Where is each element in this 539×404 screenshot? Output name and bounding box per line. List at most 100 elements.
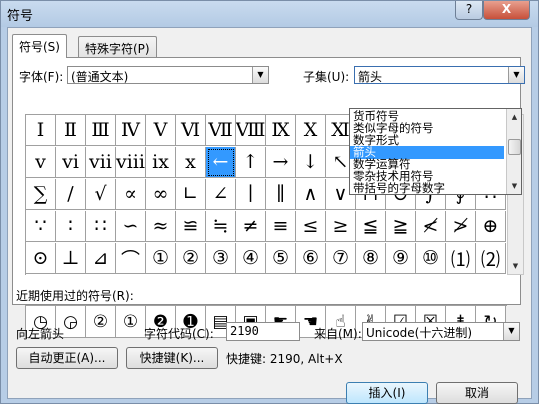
symbol-cell[interactable]: ⑧ xyxy=(356,243,386,274)
symbol-cell[interactable]: ↑ xyxy=(236,147,266,178)
font-value: (普通文本) xyxy=(71,70,129,84)
title-bar[interactable]: 符号 ? X xyxy=(1,1,538,27)
symbol-cell[interactable]: ⌒ xyxy=(116,243,146,274)
cancel-button[interactable]: 取消 xyxy=(436,382,518,404)
symbol-cell[interactable]: ⑴ xyxy=(446,243,476,274)
symbol-cell[interactable]: ② xyxy=(176,243,206,274)
from-select[interactable]: Unicode(十六进制) ▼ xyxy=(362,322,520,341)
scroll-thumb[interactable] xyxy=(508,139,521,155)
symbol-cell[interactable]: ⅹ xyxy=(176,147,206,178)
font-select[interactable]: (普通文本) ▼ xyxy=(67,66,269,84)
symbol-cell[interactable]: ∵ xyxy=(26,211,56,242)
scroll-down-icon[interactable]: ▼ xyxy=(507,178,521,194)
shortcut-key-button[interactable]: 快捷键(K)... xyxy=(126,347,218,369)
symbol-cell[interactable]: ⅷ xyxy=(116,147,146,178)
dialog-body: 符号(S) 特殊字符(P) 字体(F): (普通文本) ▼ 子集(U): 箭头 … xyxy=(7,27,532,404)
symbol-cell[interactable]: ∞ xyxy=(146,179,176,210)
symbol-cell[interactable]: Ⅳ xyxy=(116,115,146,146)
symbol-cell[interactable]: ⑤ xyxy=(266,243,296,274)
symbol-cell[interactable]: ≡ xyxy=(266,211,296,242)
symbol-cell[interactable]: ≧ xyxy=(386,211,416,242)
symbol-cell[interactable]: ∟ xyxy=(176,179,206,210)
subset-option[interactable]: 带括号的字母数字 xyxy=(350,182,504,194)
symbol-cell[interactable]: ⑥ xyxy=(296,243,326,274)
symbol-cell[interactable]: ⑨ xyxy=(386,243,416,274)
symbol-cell[interactable]: ∷ xyxy=(86,211,116,242)
symbol-cell[interactable]: ≦ xyxy=(356,211,386,242)
shortcut-info: 快捷键: 2190, Alt+X xyxy=(226,352,343,366)
symbol-cell[interactable]: ⅴ xyxy=(26,147,56,178)
dropdown-scrollbar[interactable]: ▲ ▼ xyxy=(506,109,521,194)
subset-label: 子集(U): xyxy=(303,70,350,84)
symbol-cell[interactable]: Ⅵ xyxy=(176,115,206,146)
symbol-cell[interactable]: Ⅹ xyxy=(296,115,326,146)
recent-symbol-cell[interactable]: ② xyxy=(86,306,116,338)
symbol-cell[interactable]: Ⅱ xyxy=(56,115,86,146)
insert-button[interactable]: 插入(I) xyxy=(346,382,428,404)
scroll-up-icon[interactable]: ▲ xyxy=(507,109,521,125)
symbol-cell[interactable]: ⅶ xyxy=(86,147,116,178)
symbol-cell[interactable]: ③ xyxy=(206,243,236,274)
symbol-cell[interactable]: Ⅴ xyxy=(146,115,176,146)
autocorrect-button[interactable]: 自动更正(A)... xyxy=(16,347,118,369)
symbol-cell[interactable]: ⑦ xyxy=(326,243,356,274)
scroll-down-icon[interactable]: ▼ xyxy=(508,258,523,274)
symbol-cell[interactable]: ≥ xyxy=(326,211,356,242)
character-name: 向左箭头 xyxy=(16,327,65,341)
symbol-cell[interactable]: ∑ xyxy=(26,179,56,210)
dialog-title: 符号 xyxy=(7,9,34,24)
symbol-cell[interactable]: ≮ xyxy=(416,211,446,242)
symbol-cell[interactable]: ⊿ xyxy=(86,243,116,274)
symbol-cell[interactable]: ∽ xyxy=(116,211,146,242)
symbol-cell[interactable]: Ⅰ xyxy=(26,115,56,146)
symbol-cell[interactable]: ⑵ xyxy=(476,243,506,274)
recent-symbol-cell[interactable]: ① xyxy=(116,306,146,338)
symbol-cell[interactable]: ⅵ xyxy=(56,147,86,178)
symbol-cell[interactable]: ∧ xyxy=(296,179,326,210)
symbol-cell[interactable]: → xyxy=(266,147,296,178)
symbol-cell[interactable]: ∠ xyxy=(206,179,236,210)
symbol-cell[interactable]: Ⅲ xyxy=(86,115,116,146)
symbol-cell[interactable]: ⊙ xyxy=(26,243,56,274)
chevron-down-icon[interactable]: ▼ xyxy=(503,323,519,340)
recent-label: 近期使用过的符号(R): xyxy=(16,289,134,303)
help-button[interactable]: ? xyxy=(455,1,483,20)
subset-dropdown-list[interactable]: 货币符号 类似字母的符号 数字形式 箭头 数学运算符 零杂技术用符号 带括号的字… xyxy=(349,108,522,195)
symbol-cell[interactable]: ⅸ xyxy=(146,147,176,178)
symbol-cell[interactable]: ∕ xyxy=(56,179,86,210)
chevron-down-icon[interactable]: ▼ xyxy=(508,67,524,83)
chevron-down-icon[interactable]: ▼ xyxy=(252,67,268,83)
char-code-input[interactable]: 2190 xyxy=(226,322,300,341)
symbol-cell[interactable]: ∥ xyxy=(266,179,296,210)
symbol-cell[interactable]: ≒ xyxy=(206,211,236,242)
symbol-dialog: 符号 ? X 符号(S) 特殊字符(P) 字体(F): (普通文本) ▼ 子集(… xyxy=(0,0,539,404)
symbol-cell[interactable]: Ⅷ xyxy=(236,115,266,146)
symbol-cell[interactable]: ≌ xyxy=(176,211,206,242)
symbol-cell[interactable]: ≯ xyxy=(446,211,476,242)
tab-symbols[interactable]: 符号(S) xyxy=(12,34,67,58)
symbol-cell[interactable]: Ⅶ xyxy=(206,115,236,146)
symbol-cell[interactable]: √ xyxy=(86,179,116,210)
tab-special-characters[interactable]: 特殊字符(P) xyxy=(78,36,157,58)
font-label: 字体(F): xyxy=(19,70,64,84)
symbol-cell[interactable]: ∶ xyxy=(56,211,86,242)
symbol-cell[interactable]: ∣ xyxy=(236,179,266,210)
char-code-label: 字符代码(C): xyxy=(144,327,214,341)
symbol-cell[interactable]: ⊕ xyxy=(476,211,506,242)
symbol-cell[interactable]: ← xyxy=(206,147,236,178)
symbol-cell[interactable]: ↓ xyxy=(296,147,326,178)
symbol-cell[interactable]: ⑩ xyxy=(416,243,446,274)
symbol-cell[interactable]: ≤ xyxy=(296,211,326,242)
symbol-cell[interactable]: ≠ xyxy=(236,211,266,242)
from-value: Unicode(十六进制) xyxy=(366,326,473,340)
subset-select[interactable]: 箭头 ▼ xyxy=(354,66,525,84)
symbol-cell[interactable]: ⊥ xyxy=(56,243,86,274)
symbol-cell[interactable]: ① xyxy=(146,243,176,274)
subset-value: 箭头 xyxy=(358,70,383,84)
symbol-cell[interactable]: Ⅸ xyxy=(266,115,296,146)
symbol-cell[interactable]: ④ xyxy=(236,243,266,274)
from-label: 来自(M): xyxy=(314,327,362,341)
symbol-cell[interactable]: ≈ xyxy=(146,211,176,242)
symbol-cell[interactable]: ∝ xyxy=(116,179,146,210)
close-button[interactable]: X xyxy=(483,1,530,20)
